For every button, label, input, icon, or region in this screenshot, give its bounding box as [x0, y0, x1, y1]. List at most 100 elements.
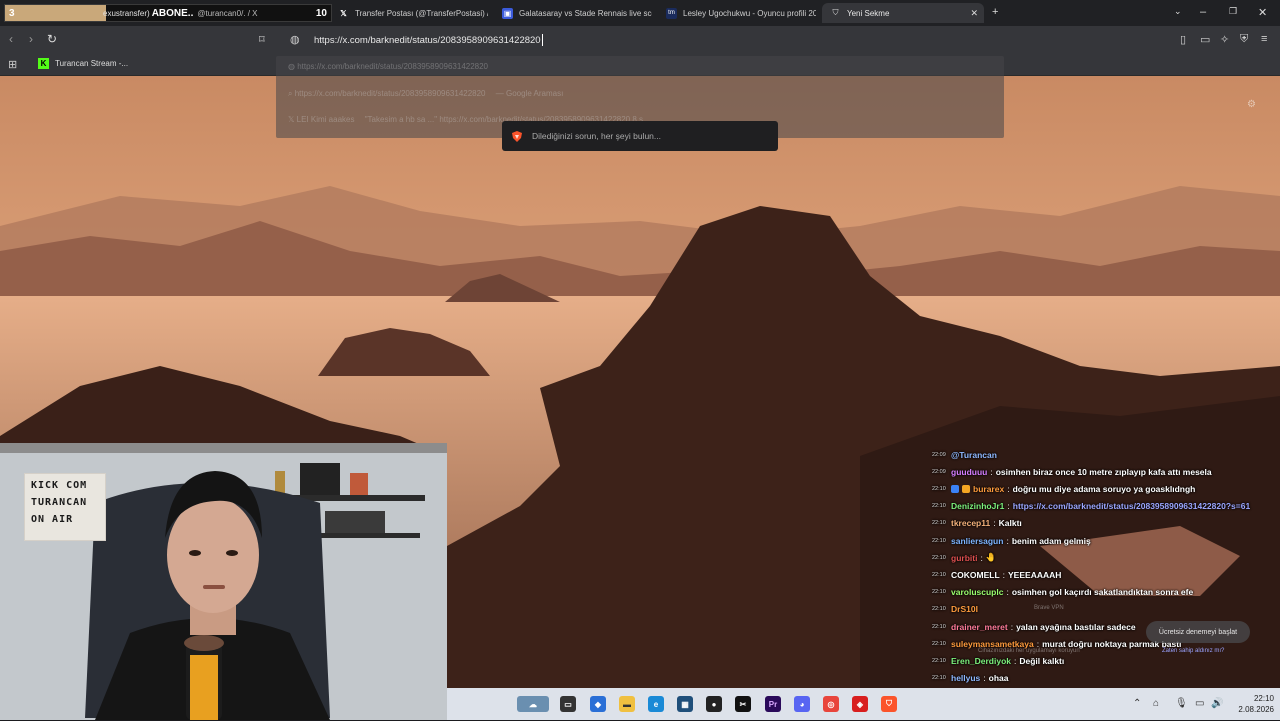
network-icon[interactable]: ⌂ — [1153, 698, 1159, 709]
edge-icon[interactable]: e — [648, 696, 664, 712]
chat-message: 22:09 @Turancan — [932, 446, 997, 463]
subscriber-badge-icon — [951, 484, 959, 493]
chat-timestamp: 22:10 — [932, 623, 946, 630]
start-trial-button[interactable]: Ücretsiz denemeyi başlat — [1146, 621, 1250, 643]
microphone-icon[interactable]: 🎙 — [1175, 698, 1188, 709]
discord-icon[interactable]: ◕ — [794, 696, 810, 712]
chat-text: 🤚 — [985, 552, 997, 563]
anydesk-icon[interactable]: ◈ — [852, 696, 868, 712]
chat-username[interactable]: tkrecep11 — [951, 518, 990, 528]
customize-icon[interactable]: ⚙ — [1247, 99, 1256, 110]
suggestion-text: https://x.com/barknedit/status/208395890… — [294, 89, 486, 98]
chat-separator: : — [1002, 569, 1006, 580]
tab-transfer-postasi[interactable]: 𝕏 Transfer Postası (@TransferPostasi) / … — [338, 3, 488, 23]
vpn-shield-icon[interactable]: ⛨ — [1240, 33, 1248, 46]
stream-overlay-tab[interactable]: 3 exustransfer) ABONE.. @turancan0/. / X… — [4, 4, 332, 22]
chat-text: Kalktı — [998, 518, 1022, 529]
site-info-icon[interactable]: ◍ — [290, 33, 300, 46]
brave-icon[interactable]: ⛉ — [881, 696, 897, 712]
menu-icon[interactable]: ≡ — [1261, 33, 1267, 45]
chat-username[interactable]: @Turancan — [951, 450, 997, 460]
chat-text: benim adam gelmiş — [1011, 535, 1091, 546]
tab-yeni-sekme[interactable]: ⛉ Yeni Sekme ✕ — [822, 3, 984, 23]
chat-text: osimhen biraz once 10 metre zıplayıp kaf… — [995, 466, 1212, 477]
forward-icon[interactable]: › — [29, 32, 33, 46]
chrome-icon[interactable]: ◎ — [823, 696, 839, 712]
leo-ai-icon[interactable]: ✧ — [1220, 33, 1229, 46]
apps-grid-icon[interactable]: ⊞ — [8, 58, 17, 71]
chat-text: osimhen gol kaçırdı sakatlandıktan sonra… — [1011, 587, 1194, 598]
sofascore-icon: ▣ — [502, 7, 513, 19]
chat-message: 22:10 gurbiti: 🤚 — [932, 549, 996, 566]
chat-username[interactable]: sanliersagun — [951, 536, 1003, 546]
address-bar[interactable]: https://x.com/barknedit/status/208395890… — [308, 30, 1008, 50]
copilot-icon[interactable]: ◆ — [590, 696, 606, 712]
close-tab-icon[interactable]: ✕ — [970, 8, 978, 19]
chat-username[interactable]: hellyus — [951, 673, 980, 683]
store-icon[interactable]: ▦ — [677, 696, 693, 712]
chat-separator: : — [1006, 587, 1009, 598]
already-own-link[interactable]: Zaten sahip aldınız mı? — [1162, 648, 1224, 654]
chat-separator: : — [1010, 621, 1014, 632]
suggestion-item[interactable]: ⌕ https://x.com/barknedit/status/2083958… — [288, 89, 563, 99]
bookmark-icon[interactable]: ⌑ — [259, 33, 265, 46]
tab-lesley-ugochukwu[interactable]: tm Lesley Ugochukwu - Oyuncu profili 202… — [666, 3, 816, 23]
chat-message: 22:10 DrS10I — [932, 601, 978, 618]
chat-timestamp: 22:09 — [932, 451, 946, 458]
chat-username[interactable]: COKOMELL — [951, 570, 1000, 580]
premiere-icon[interactable]: Pr — [765, 696, 781, 712]
stream-overlay-handle: exustransfer) — [103, 8, 150, 18]
stream-overlay-handle-2: @turancan0/. / X — [197, 8, 258, 18]
reload-icon[interactable]: ↻ — [47, 32, 57, 46]
tab-title: Lesley Ugochukwu - Oyuncu profili 2025 — [683, 8, 816, 18]
task-view-icon[interactable]: ▭ — [560, 696, 576, 712]
chat-username[interactable]: drainer_meret — [951, 622, 1008, 632]
tab-galatasaray-rennais[interactable]: ▣ Galatasaray vs Stade Rennais live scor… — [502, 3, 652, 23]
chat-link[interactable]: https://x.com/barknedit/status/208395890… — [1013, 501, 1250, 511]
system-clock[interactable]: 22:10 2.08.2026 — [1238, 693, 1274, 715]
wallet-icon[interactable]: ▭ — [1200, 33, 1210, 46]
chat-message: 22:10 sanliersagun: benim adam gelmiş — [932, 532, 1091, 549]
brave-lion-icon — [512, 130, 522, 142]
maximize-icon[interactable]: ❐ — [1229, 6, 1237, 17]
back-icon[interactable]: ‹ — [9, 32, 13, 46]
tab-title: Transfer Postası (@TransferPostasi) / X — [355, 8, 488, 18]
new-tab-icon[interactable]: + — [992, 6, 998, 18]
sign-line: KICK COM — [31, 480, 88, 491]
widgets-icon[interactable]: ☁ — [517, 696, 549, 712]
chat-username[interactable]: varoluscuplc — [951, 587, 1003, 597]
chat-text: Değil kalktı — [1019, 655, 1065, 666]
chat-username[interactable]: DrS10I — [951, 604, 978, 614]
chat-username[interactable]: Eren_Derdiyok — [951, 656, 1011, 666]
chat-timestamp: 22:10 — [932, 554, 946, 561]
display-icon[interactable]: ▭ — [1195, 698, 1204, 709]
capcut-icon[interactable]: ✂ — [735, 696, 751, 712]
chat-text: YEEEAAAAH — [1008, 569, 1062, 580]
chat-separator: : — [990, 466, 993, 477]
chat-separator: : — [1007, 483, 1010, 494]
suggestion-item[interactable]: ◍ https://x.com/barknedit/status/2083958… — [288, 62, 488, 71]
sidebar-icon[interactable]: ▯ — [1180, 33, 1186, 46]
chat-username[interactable]: burarex — [973, 484, 1004, 494]
chat-timestamp: 22:10 — [932, 503, 946, 510]
chat-username[interactable]: guuduuu — [951, 467, 987, 477]
chevron-down-icon[interactable]: ⌄ — [1174, 6, 1182, 17]
file-explorer-icon[interactable]: ▬ — [619, 696, 635, 712]
address-url: https://x.com/barknedit/status/208395890… — [314, 34, 541, 46]
chat-timestamp: 22:10 — [932, 485, 946, 492]
obs-icon[interactable]: ● — [706, 696, 722, 712]
chat-timestamp: 22:10 — [932, 675, 946, 682]
close-window-icon[interactable]: ✕ — [1258, 6, 1267, 19]
chat-text: doğru mu diye adama soruyo ya goasklıdng… — [1012, 483, 1196, 494]
chat-timestamp: 22:10 — [932, 657, 946, 664]
chat-timestamp: 22:09 — [932, 468, 946, 475]
chat-username[interactable]: DenizinhoJr1 — [951, 501, 1004, 511]
minimize-icon[interactable]: – — [1200, 6, 1206, 18]
tray-chevron-icon[interactable]: ⌃ — [1133, 698, 1141, 709]
chat-username[interactable]: gurbiti — [951, 553, 977, 563]
volume-icon[interactable]: 🔊 — [1211, 698, 1223, 709]
bookmark-turancan-stream[interactable]: K Turancan Stream -... — [38, 58, 128, 69]
chat-message: 22:10 hellyus: ohaa — [932, 670, 1009, 687]
leo-search-box[interactable]: Dilediğinizi sorun, her şeyi bulun... — [502, 121, 778, 151]
chat-message: 22:09 guuduuu: osimhen biraz once 10 metre… — [932, 463, 1212, 480]
